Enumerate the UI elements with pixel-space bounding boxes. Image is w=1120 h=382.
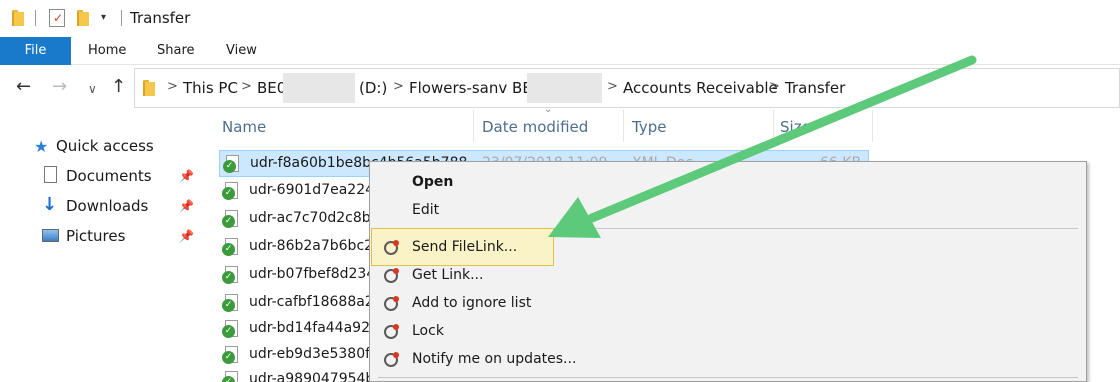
annotation-arrow-icon	[548, 55, 977, 238]
